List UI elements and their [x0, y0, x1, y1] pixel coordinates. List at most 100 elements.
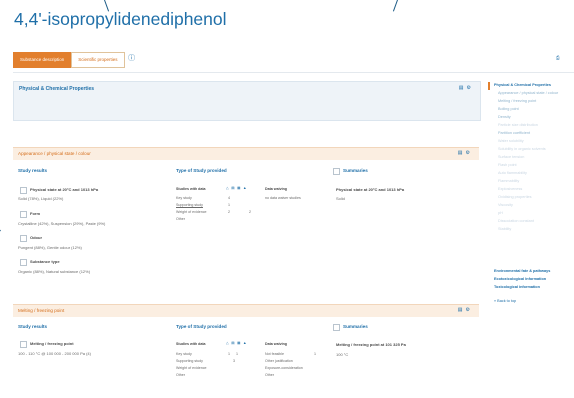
result-checkbox[interactable] [20, 211, 27, 218]
type-row-label: Other [176, 373, 185, 377]
physchem-intro: Physical & Chemical Properties ▤⚙ [13, 81, 481, 121]
result-value: 100 - 110 °C @ 100 000 - 200 000 Pa (4) [18, 351, 91, 356]
result-value: Organic (88%), Natural substance (12%) [18, 269, 91, 274]
type-row-count: 4 [228, 196, 230, 200]
sidebar-item[interactable]: Auto flammability [498, 171, 527, 175]
sidebar-item[interactable]: Ecotoxicological Information [494, 277, 546, 281]
settings-icon[interactable]: ⚙ [466, 150, 473, 156]
type-row-label[interactable]: Supporting study [176, 203, 203, 207]
study-results-header: Study results [18, 324, 48, 329]
study-type-icons: △▤▦▲ [226, 186, 250, 190]
expand-icon[interactable]: ▤ [458, 150, 466, 156]
back-to-top-link[interactable]: » Back to top [494, 299, 516, 303]
sidebar-item[interactable]: Particle size distribution [498, 123, 538, 127]
sidebar-item[interactable]: Flash point [498, 163, 517, 167]
info-icon[interactable]: ⓘ [125, 52, 139, 66]
divider [13, 72, 574, 73]
summary-value: Solid [336, 196, 345, 201]
expand-icon[interactable]: ▤ [458, 307, 466, 313]
tab-substance-description[interactable]: Substance description [13, 52, 72, 68]
sidebar-item[interactable]: Solubility in organic solvents [498, 147, 546, 151]
data-waiving-header: Data waiving [265, 342, 287, 346]
sidebar-item[interactable]: Oxidising properties [498, 195, 532, 199]
type-row-count: 1 [236, 352, 238, 356]
study-results-header: Study results [18, 168, 48, 173]
type-row-label: Key study [176, 352, 192, 356]
type-of-study-header: Type of Study provided [176, 324, 227, 329]
sidebar-item[interactable]: Explosiveness [498, 187, 522, 191]
expand-icon[interactable]: ▤ [459, 85, 467, 91]
result-checkbox[interactable] [20, 259, 27, 266]
sidebar-item[interactable]: Water solubility [498, 139, 524, 143]
section-toolbar: ▤⚙ [458, 307, 473, 313]
pointer-line [392, 0, 398, 12]
type-of-study-header: Type of Study provided [176, 168, 227, 173]
waiving-row-label: Other [265, 373, 274, 377]
summary-value: 100 °C [336, 352, 349, 357]
type-row-label: Weight of evidence [176, 366, 207, 370]
study-type-icons: △▤▦▲ [226, 341, 250, 345]
waiving-row-label: Not feasible [265, 352, 284, 356]
physchem-title: Physical & Chemical Properties [19, 86, 95, 92]
result-checkbox[interactable] [20, 187, 27, 194]
tab-scientific-properties[interactable]: Scientific properties [71, 52, 125, 68]
data-waiving-value: no data waiver studies [265, 196, 301, 200]
result-value: Pungent (88%), Gentle odour (12%) [18, 245, 82, 250]
page-title: 4,4'-isopropylidenediphenol [14, 9, 227, 29]
result-label: Form [30, 211, 40, 216]
sidebar-item[interactable]: Appearance / physical state / colour [498, 91, 558, 95]
section-toolbar: ▤⚙ [459, 85, 474, 91]
sidebar-item[interactable]: Toxicological information [494, 285, 540, 289]
sidebar-item[interactable]: Melting / freezing point [498, 99, 536, 103]
section-header: Appearance / physical state / colour ▤⚙ [13, 147, 479, 160]
pointer-line [0, 229, 1, 265]
summaries-header: Summaries [343, 168, 368, 173]
result-label: Odour [30, 235, 42, 240]
sidebar-item[interactable]: Partition coefficient [498, 131, 530, 135]
type-row-label: Supporting study [176, 359, 203, 363]
result-value: Solid (78%), Liquid (22%) [18, 196, 64, 201]
waiving-row-label: Other justification [265, 359, 293, 363]
print-icon[interactable]: ⎙ [556, 55, 560, 60]
result-checkbox[interactable] [20, 341, 27, 348]
sidebar-item[interactable]: Boiling point [498, 107, 519, 111]
studies-with-data-header: Studies with data [176, 187, 206, 191]
section-title: Appearance / physical state / colour [18, 151, 91, 156]
type-row-count: 1 [228, 203, 230, 207]
sidebar-item[interactable]: Surface tension [498, 155, 524, 159]
sidebar-item[interactable]: Viscosity [498, 203, 513, 207]
result-checkbox[interactable] [20, 235, 27, 242]
studies-with-data-header: Studies with data [176, 342, 206, 346]
section-toolbar: ▤⚙ [458, 150, 473, 156]
result-label: Melting / freezing point [30, 341, 74, 346]
summary-checkbox[interactable] [333, 324, 340, 331]
summary-label: Melting / freezing point at 101 325 Pa [336, 342, 406, 347]
result-label: Physical state at 20°C and 1013 hPa [30, 187, 99, 192]
tab-bar: Substance description Scientific propert… [13, 52, 139, 68]
type-row-label: Weight of evidence [176, 210, 207, 214]
result-label: Substance type [30, 259, 60, 264]
type-row-label: Key study [176, 196, 192, 200]
sidebar-item[interactable]: Environmental fate & pathways [494, 269, 550, 273]
sidebar-item[interactable]: Physical & Chemical Properties [494, 83, 551, 87]
summaries-header: Summaries [343, 324, 368, 329]
waiving-row-label: Exposure-consideration [265, 366, 303, 370]
summary-checkbox[interactable] [333, 168, 340, 175]
data-waiving-header: Data waiving [265, 187, 287, 191]
sidebar-item[interactable]: Stability [498, 227, 511, 231]
type-row-count: 2 [249, 210, 251, 214]
active-indicator [488, 82, 490, 90]
type-row-count: 1 [228, 352, 230, 356]
settings-icon[interactable]: ⚙ [467, 85, 474, 91]
section-header: Melting / freezing point ▤⚙ [13, 304, 479, 317]
sidebar-item[interactable]: Density [498, 115, 511, 119]
type-row-count: 2 [228, 210, 230, 214]
settings-icon[interactable]: ⚙ [466, 307, 473, 313]
type-row-label: Other [176, 217, 185, 221]
type-row-count: 3 [233, 359, 235, 363]
sidebar-item[interactable]: Flammability [498, 179, 519, 183]
result-value: Crystalline (42%), Suspension (29%), Pas… [18, 221, 106, 226]
sidebar-item[interactable]: Dissociation constant [498, 219, 534, 223]
waiving-row-count: 1 [314, 352, 316, 356]
sidebar-item[interactable]: pH [498, 211, 503, 215]
